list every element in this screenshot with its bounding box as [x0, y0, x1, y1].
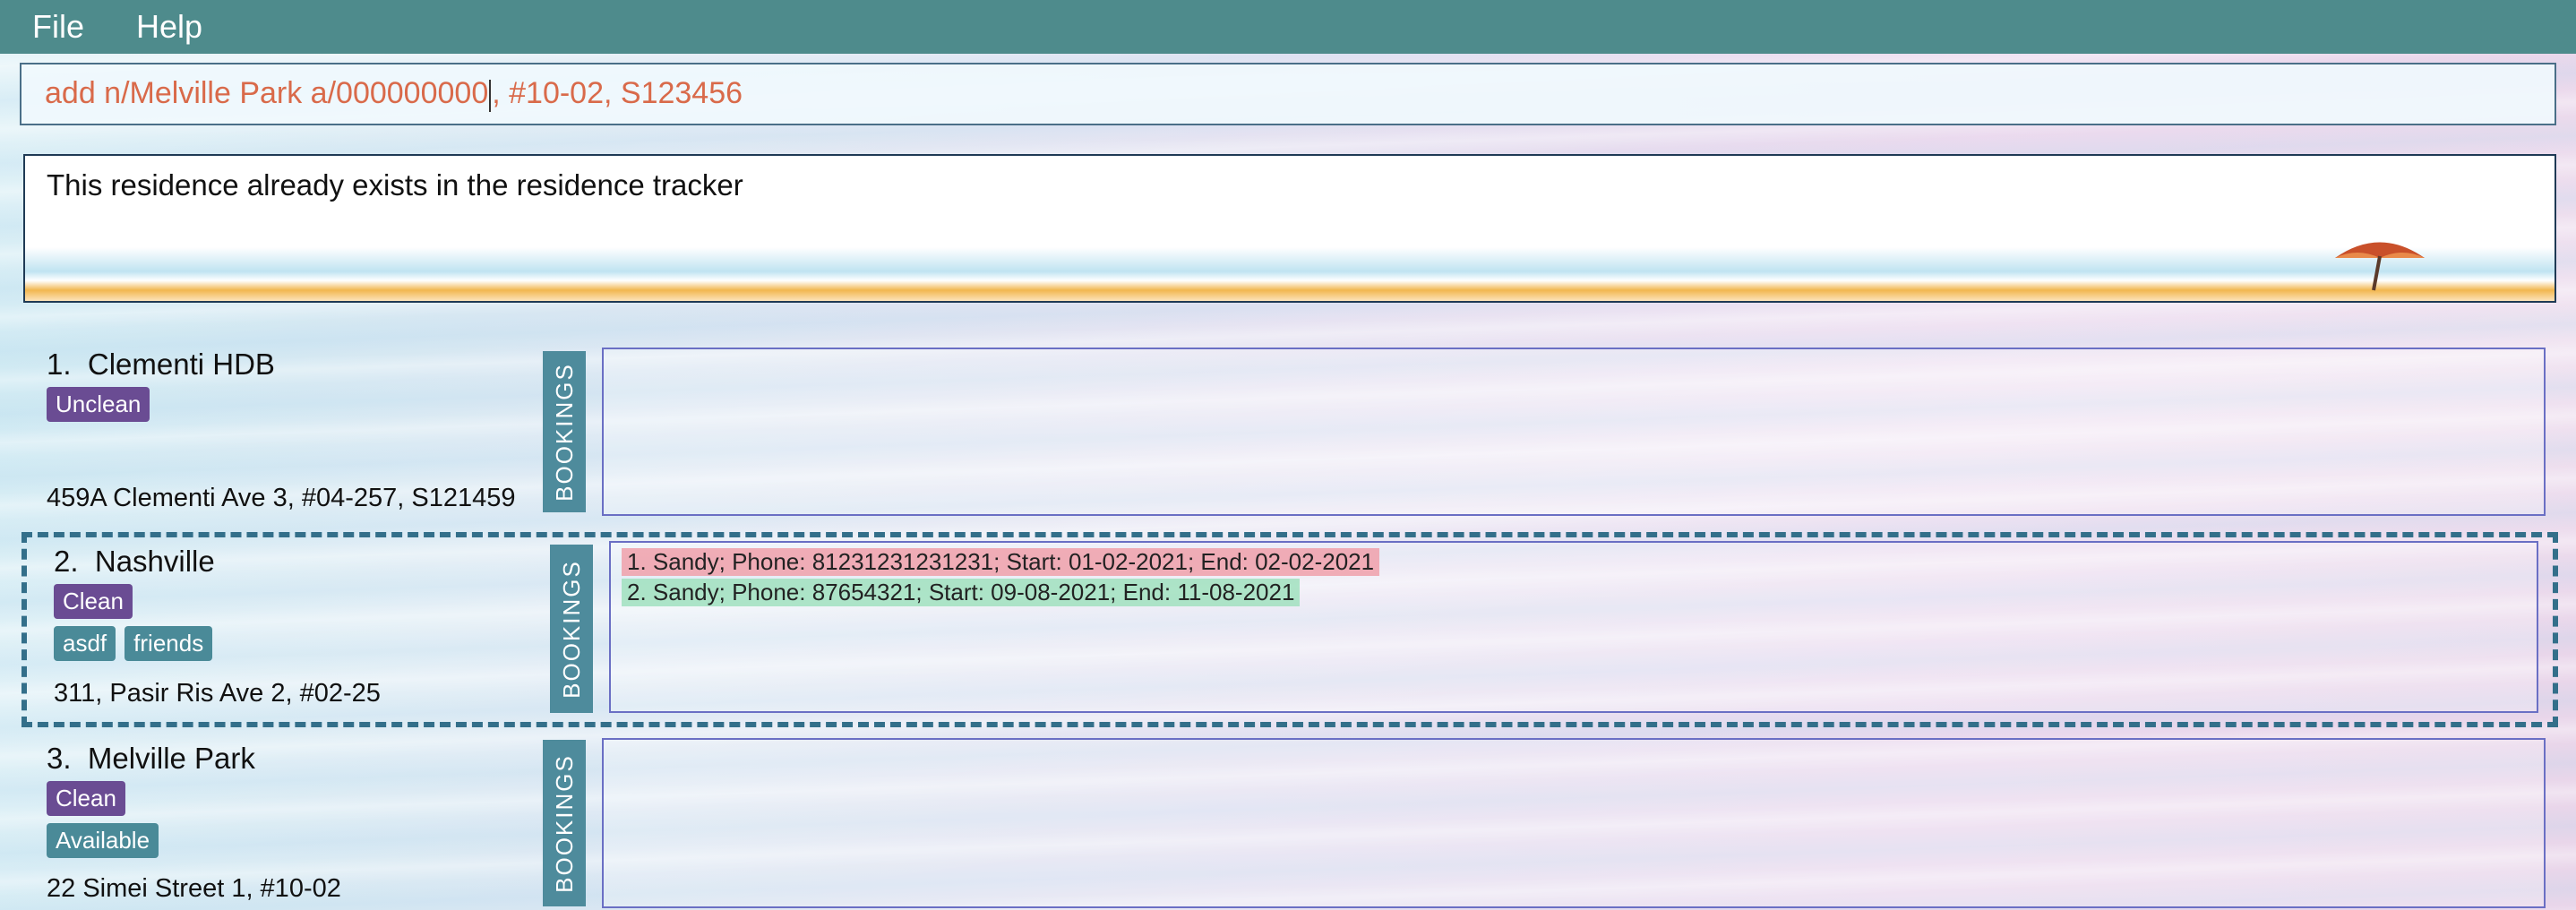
booking-item[interactable]: 1. Sandy; Phone: 81231231231231; Start: …: [622, 548, 1380, 576]
beach-umbrella-icon: [2335, 242, 2425, 291]
residence-title: 1. Clementi HDB: [47, 348, 275, 381]
menu-file[interactable]: File: [32, 8, 84, 46]
bookings-list[interactable]: [602, 738, 2546, 908]
bookings-label: BOOKINGS: [550, 545, 593, 713]
residence-card[interactable]: 2. Nashville Clean asdf friends 311, Pasi…: [0, 541, 2576, 720]
status-badge: Clean: [47, 781, 125, 816]
command-text-before-caret: add n/Melville Park a/000000000: [45, 76, 489, 111]
status-badge: Unclean: [47, 387, 150, 422]
residence-title: 3. Melville Park: [47, 742, 255, 775]
residence-address: 311, Pasir Ris Ave 2, #02-25: [54, 679, 381, 708]
residence-address: 22 Simei Street 1, #10-02: [47, 874, 341, 903]
command-input-text: add n/Melville Park a/000000000, #10-02,…: [45, 76, 743, 112]
result-message: This residence already exists in the res…: [47, 168, 743, 202]
tag-badge: friends: [125, 626, 213, 661]
status-badge: Clean: [54, 584, 133, 619]
text-caret: [489, 79, 492, 112]
beach-wave-decoration: [25, 247, 2555, 301]
bookings-label: BOOKINGS: [543, 351, 586, 512]
bookings-label: BOOKINGS: [543, 740, 586, 906]
command-text-after-caret: , #10-02, S123456: [492, 76, 743, 111]
bookings-list[interactable]: [602, 348, 2546, 516]
residence-address: 459A Clementi Ave 3, #04-257, S121459: [47, 484, 516, 512]
command-input[interactable]: add n/Melville Park a/000000000, #10-02,…: [20, 63, 2556, 125]
menu-bar: File Help: [0, 0, 2576, 54]
bookings-list[interactable]: 1. Sandy; Phone: 81231231231231; Start: …: [609, 541, 2538, 713]
residence-card[interactable]: 1. Clementi HDB Unclean 459A Clementi Av…: [0, 348, 2576, 527]
menu-help[interactable]: Help: [136, 8, 202, 46]
residence-card[interactable]: 3. Melville Park Clean Available 22 Sime…: [0, 738, 2576, 910]
result-display: This residence already exists in the res…: [23, 154, 2556, 303]
tag-badge: Available: [47, 823, 159, 858]
tag-badge: asdf: [54, 626, 116, 661]
booking-item[interactable]: 2. Sandy; Phone: 87654321; Start: 09-08-…: [622, 579, 1301, 606]
residence-title: 2. Nashville: [54, 545, 215, 578]
